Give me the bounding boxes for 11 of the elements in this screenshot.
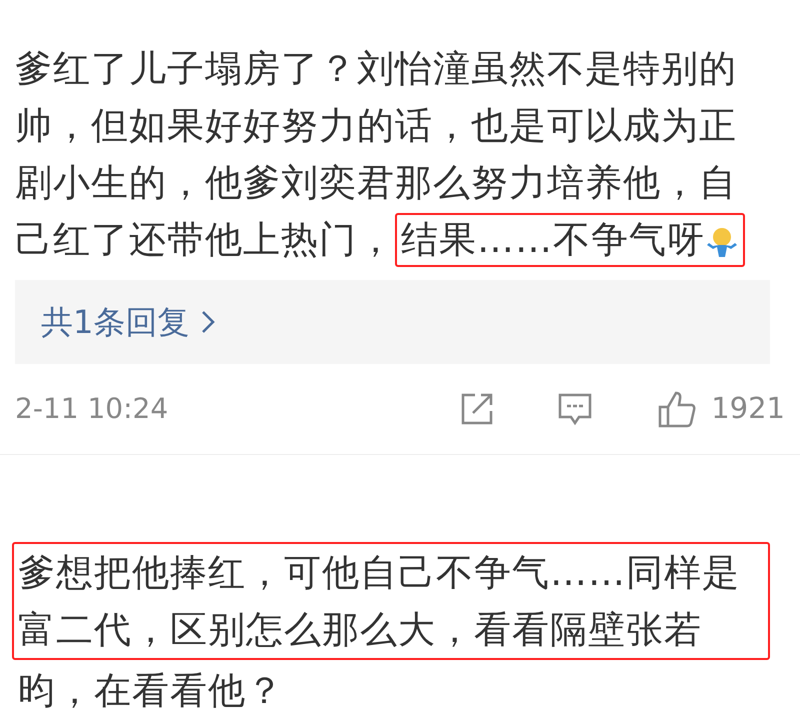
like-count: 1921: [711, 390, 785, 428]
comment-text: 昀，在看看他？: [17, 668, 285, 714]
comment-text: 爹想把他捧红，可他自己不争气……同样是 富二代，区别怎么那么大，看看隔壁张若: [12, 542, 770, 660]
share-icon[interactable]: [459, 391, 496, 427]
comment-text: 爹红了儿子塌房了？刘怡潼虽然不是特别的 帅，但如果好好努力的话，也是可以成为正 剧小生的，他爹刘奕君那么努力培养他，自 己红了还带他上热门， 结果……不争气呀: [0, 40, 800, 268]
highlighted-text: 结果……不争气呀: [395, 213, 745, 267]
comment-icon[interactable]: [557, 391, 594, 427]
replies-link[interactable]: 共1条回复: [15, 280, 770, 364]
thumbs-up-icon[interactable]: [657, 389, 698, 429]
chevron-right-icon: [201, 310, 216, 334]
comment-time: 2-11 10:24: [15, 391, 168, 427]
